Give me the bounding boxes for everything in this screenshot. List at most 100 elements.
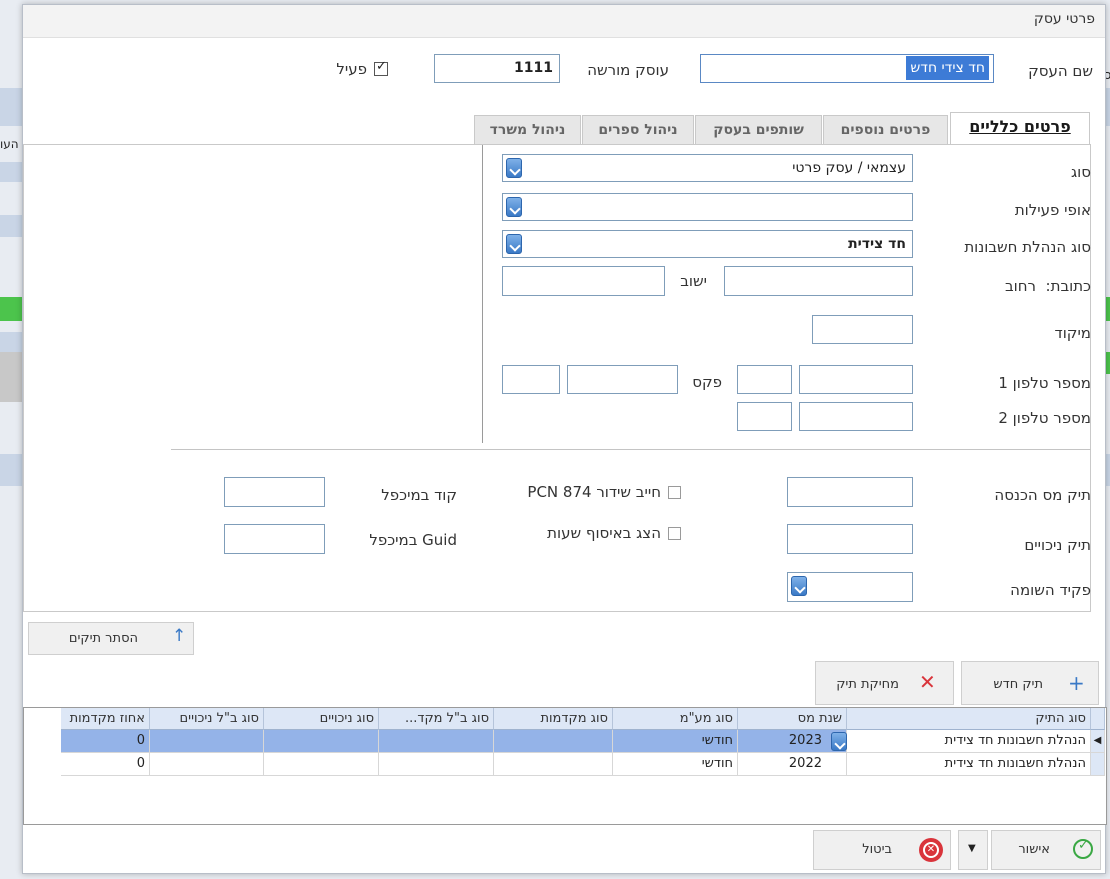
column-header[interactable]: סוג התיק (847, 708, 1091, 730)
column-header[interactable]: סוג מע"מ (613, 708, 738, 730)
files-grid: סוג התיק שנת מס סוג מע"מ סוג מקדמות סוג … (23, 707, 1107, 825)
phone2-number-input[interactable] (799, 402, 913, 431)
grid-cell[interactable]: 0 (61, 753, 150, 776)
deductions-input[interactable] (787, 524, 913, 554)
dropdown-arrow-icon[interactable] (506, 197, 522, 217)
hide-files-button[interactable]: ↑ הסתר תיקים (28, 622, 194, 655)
business-name-selected-text: חד צידי חדש (906, 56, 989, 80)
row-header (1091, 753, 1105, 776)
grid-cell[interactable] (379, 753, 494, 776)
check-circle-icon: ✓ (1073, 838, 1093, 859)
dropdown-arrow-icon[interactable] (506, 234, 522, 254)
ok-label: אישור (1018, 842, 1050, 857)
column-header[interactable]: סוג מקדמות (494, 708, 613, 730)
cancel-button[interactable]: ✕ ביטול (813, 830, 951, 870)
vertical-divider (482, 145, 483, 443)
business-details-dialog: פרטי עסק שם העסק חד צידי חדש עוסק מורשה … (22, 4, 1107, 874)
tab-general[interactable]: פרטים כלליים (950, 112, 1090, 145)
active-label: פעיל (336, 60, 367, 78)
show-hours-checkbox[interactable] (668, 527, 681, 540)
background-text: העו (0, 137, 19, 151)
checkmark-icon: ✓ (376, 59, 387, 74)
fax-number-input[interactable] (567, 365, 678, 394)
grid-cell[interactable] (264, 753, 379, 776)
row-indicator-icon: ◀ (1091, 730, 1105, 753)
grid-cell[interactable]: 0 (61, 730, 150, 753)
phone1-number-input[interactable] (799, 365, 913, 394)
licensed-dealer-label: עוסק מורשה (587, 61, 669, 79)
grid-cell[interactable] (150, 730, 264, 753)
phone2-prefix-input[interactable] (737, 402, 792, 431)
multiplier-code-label: קוד במיכפל (381, 486, 457, 504)
column-header[interactable]: סוג ב"ל מקד... (379, 708, 494, 730)
licensed-dealer-input[interactable]: 1111 (434, 54, 560, 83)
dropdown-arrow-icon[interactable] (791, 576, 807, 596)
dropdown-arrow-icon[interactable] (506, 158, 522, 178)
ok-dropdown-button[interactable]: ▼ (958, 830, 988, 870)
grid-cell[interactable]: חודשי (613, 753, 738, 776)
business-name-label: שם העסק (1028, 62, 1093, 80)
background-strip (0, 88, 22, 126)
zip-input[interactable] (812, 315, 913, 344)
pcn-checkbox[interactable] (668, 486, 681, 499)
grid-cell[interactable] (264, 730, 379, 753)
type-value: עצמאי / עסק פרטי (792, 160, 906, 176)
grid-dropdown[interactable] (831, 732, 847, 751)
address-label: כתובת: (1045, 277, 1091, 295)
grid-cell[interactable] (150, 753, 264, 776)
bookkeeping-value: חד צידית (848, 236, 906, 252)
grid-cell[interactable]: הנהלת חשבונות חד צידית (847, 730, 1091, 753)
bookkeeping-combo[interactable]: חד צידית (502, 230, 913, 258)
tab-office[interactable]: ניהול משרד (474, 115, 581, 145)
street-label: רחוב (1004, 277, 1036, 295)
table-row[interactable]: הנהלת חשבונות חד צידית 2022 חודשי 0 (24, 753, 1106, 776)
background-gray (0, 352, 22, 402)
caret-down-icon: ▼ (968, 843, 976, 854)
horizontal-divider (171, 449, 1091, 450)
column-header[interactable]: אחוז מקדמות (61, 708, 150, 730)
table-row[interactable]: הנהלת חשבונות חד צידית 2023 חודשי 0 ◀ (24, 730, 1106, 753)
column-header[interactable]: סוג ניכויים (264, 708, 379, 730)
grid-cell[interactable]: הנהלת חשבונות חד צידית (847, 753, 1091, 776)
activity-combo[interactable] (502, 193, 913, 221)
new-file-button[interactable]: + תיק חדש (961, 661, 1099, 705)
grid-cell[interactable] (494, 753, 613, 776)
active-checkbox[interactable]: ✓ (374, 59, 388, 76)
background-green-bar (0, 297, 22, 321)
tab-partners[interactable]: שותפים בעסק (695, 115, 822, 145)
x-delete-icon: ✕ (919, 670, 936, 694)
multiplier-code-input[interactable] (224, 477, 325, 507)
business-name-input[interactable]: חד צידי חדש (700, 54, 994, 83)
type-label: סוג (1070, 163, 1091, 181)
cancel-circle-icon: ✕ (919, 838, 943, 862)
assessor-combo[interactable] (787, 572, 913, 602)
type-combo[interactable]: עצמאי / עסק פרטי (502, 154, 913, 182)
grid-cell[interactable]: 2022 (738, 753, 847, 776)
delete-file-button[interactable]: ✕ מחיקת תיק (815, 661, 954, 705)
column-header[interactable]: שנת מס (738, 708, 847, 730)
address-street-label: כתובת: רחוב (1005, 277, 1091, 295)
fax-prefix-input[interactable] (502, 365, 560, 394)
ok-button[interactable]: ✓ אישור (991, 830, 1101, 870)
cancel-label: ביטול (862, 842, 892, 857)
phone1-label: מספר טלפון 1 (998, 374, 1091, 392)
grid-cell[interactable]: חודשי (613, 730, 738, 753)
pcn-label: חייב שידור PCN 874 (527, 483, 661, 501)
guid-input[interactable] (224, 524, 325, 554)
street-input[interactable] (724, 266, 913, 296)
income-tax-input[interactable] (787, 477, 913, 507)
activity-label: אופי פעילות (1014, 201, 1091, 219)
column-header[interactable]: סוג ב"ל ניכויים (150, 708, 264, 730)
assessor-label: פקיד השומה (1010, 581, 1091, 599)
zip-label: מיקוד (1054, 324, 1091, 342)
city-input[interactable] (502, 266, 665, 296)
grid-cell[interactable] (379, 730, 494, 753)
guid-label: Guid במיכפל (369, 531, 457, 549)
phone1-prefix-input[interactable] (737, 365, 792, 394)
tab-bookkeeping[interactable]: ניהול ספרים (582, 115, 694, 145)
grid-cell[interactable] (494, 730, 613, 753)
income-tax-label: תיק מס הכנסה (994, 486, 1091, 504)
tab-additional[interactable]: פרטים נוספים (823, 115, 948, 145)
bookkeeping-label: סוג הנהלת חשבונות (964, 238, 1091, 256)
dropdown-arrow-icon[interactable] (831, 732, 847, 751)
